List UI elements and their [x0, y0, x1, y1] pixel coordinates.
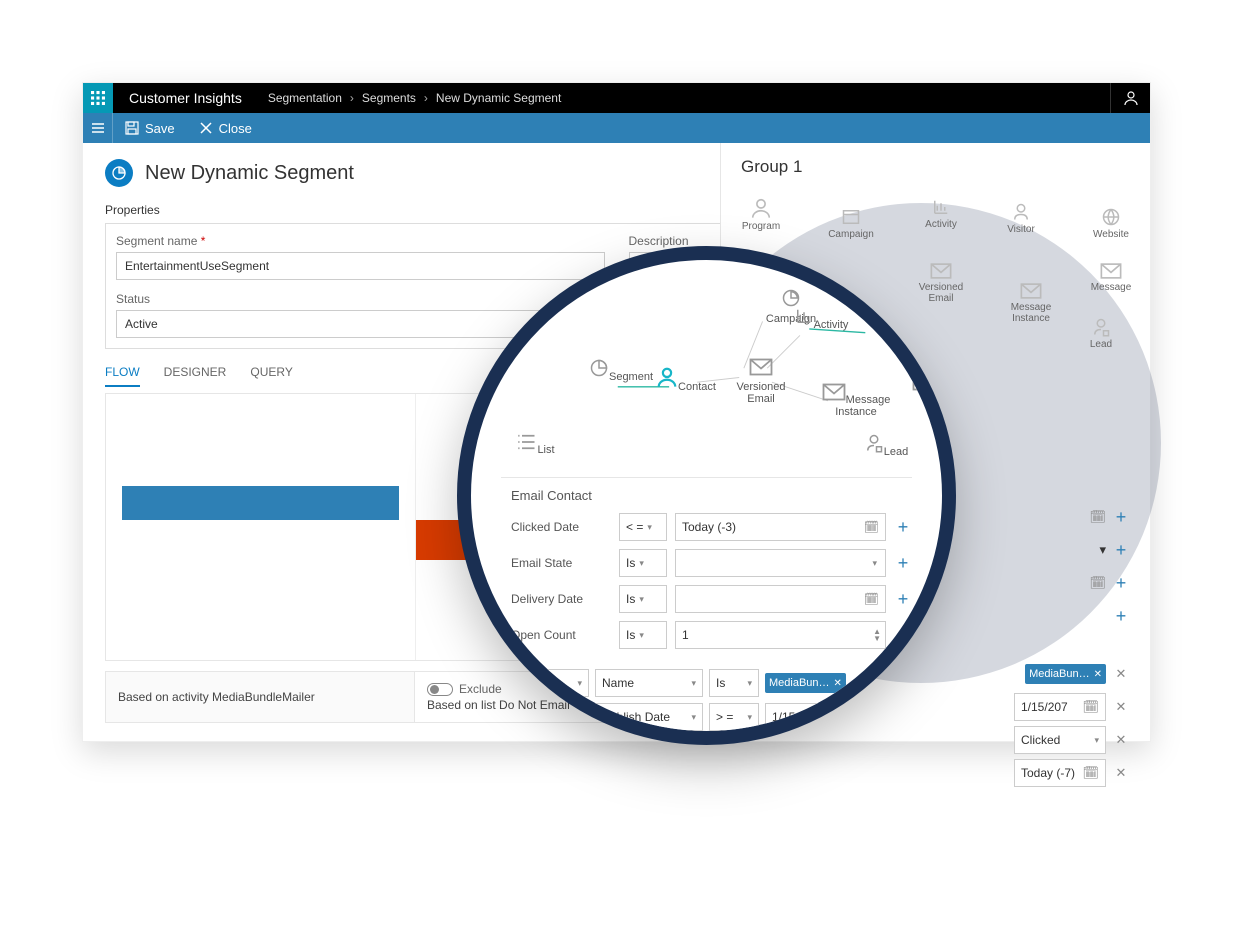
filter-row-email-state: Email State Is▾ ▾ + [501, 549, 912, 577]
close-button[interactable]: Close [187, 121, 264, 136]
query-row: Versio…▾ Publish Date▾ > =▾ 1/15/207 [511, 703, 912, 731]
breadcrumb: Segmentation › Segments › New Dynamic Se… [258, 91, 561, 105]
app-title: Customer Insights [113, 90, 258, 106]
add-button[interactable]: + [894, 625, 912, 646]
node-campaign[interactable]: Campaign [821, 207, 881, 240]
add-button[interactable]: + [894, 517, 912, 538]
node-program[interactable]: Program [731, 197, 791, 232]
entity-select[interactable]: Activity▾ [511, 669, 589, 697]
node-message-instance[interactable]: Message Instance [821, 383, 891, 418]
entity-select[interactable]: Versio…▾ [511, 703, 589, 731]
close-label: Close [219, 121, 252, 136]
operator-select[interactable]: < =▾ [619, 513, 667, 541]
operator-select[interactable]: Is▾ [709, 669, 759, 697]
node-lead[interactable]: Lead [851, 433, 921, 458]
group-title: Group 1 [741, 157, 1130, 177]
filter-row-clicked-date: Clicked Date < =▾ Today (-3)🗓 + [501, 513, 912, 541]
value-input[interactable]: 1▲▼ [675, 621, 886, 649]
topbar: Customer Insights Segmentation › Segment… [83, 83, 1150, 113]
value-input[interactable]: 🗓 [675, 585, 886, 613]
add-button[interactable]: + [894, 553, 912, 574]
filter-row-open-count: Open Count Is▾ 1▲▼ + [501, 621, 912, 649]
query-row: Activity▾ Name▾ Is▾ MediaBun…✕ [511, 669, 912, 697]
user-menu-button[interactable] [1110, 83, 1150, 113]
add-button[interactable]: + [1112, 540, 1130, 561]
node-list[interactable]: List [501, 433, 571, 456]
person-icon [1123, 90, 1139, 106]
breadcrumb-item[interactable]: Segmentation [268, 91, 342, 105]
attribute-select[interactable]: Publish Date▾ [595, 703, 703, 731]
remove-button[interactable]: ✕ [1112, 699, 1130, 715]
add-button[interactable]: + [1112, 606, 1130, 627]
node-lead[interactable]: Lead [1071, 317, 1131, 350]
app-launcher-button[interactable] [83, 83, 113, 113]
node-activity[interactable]: Activity [911, 197, 971, 230]
chevron-right-icon: › [350, 91, 354, 105]
magnified-graph[interactable]: Campaign Activity Visitor Segment Contac… [501, 278, 912, 478]
filter-value[interactable]: Today (-7)🗓 [1014, 759, 1106, 787]
node-message[interactable]: Message [1081, 262, 1141, 293]
operator-select[interactable]: Is▾ [619, 621, 667, 649]
node-segment[interactable]: Segment [586, 358, 656, 383]
flow-bar-blue [122, 486, 399, 520]
command-bar: Save Close [83, 113, 1150, 143]
nav-toggle-button[interactable] [83, 113, 113, 143]
operator-select[interactable]: Is▾ [619, 585, 667, 613]
media-bundle-tag[interactable]: MediaBun…✕ [1025, 664, 1106, 684]
node-contact[interactable]: Contact [651, 366, 721, 393]
save-button[interactable]: Save [113, 121, 187, 136]
summary-activity[interactable]: Based on activity MediaBundleMailer [105, 671, 415, 723]
segment-icon [105, 159, 133, 187]
tab-query[interactable]: QUERY [250, 365, 292, 387]
value-input[interactable]: Today (-3)🗓 [675, 513, 886, 541]
calendar-icon[interactable]: 🗓 [864, 592, 879, 606]
calendar-icon[interactable]: 🗓 [864, 520, 879, 534]
filter-row-delivery-date: Delivery Date Is▾ 🗓 + [501, 585, 912, 613]
filter-value[interactable]: 1/15/207🗓 [1014, 693, 1106, 721]
close-icon[interactable]: ✕ [1094, 669, 1102, 680]
node-website[interactable]: Website [1081, 207, 1141, 240]
breadcrumb-item[interactable]: New Dynamic Segment [436, 91, 561, 105]
node-visitor[interactable]: Visitor [991, 202, 1051, 235]
save-icon [125, 121, 139, 135]
node-versioned-email[interactable]: Versioned Email [726, 358, 796, 405]
waffle-icon [91, 91, 105, 105]
magnifier-lens: Campaign Activity Visitor Segment Contac… [457, 246, 956, 745]
tab-flow[interactable]: FLOW [105, 365, 140, 387]
remove-button[interactable]: ✕ [1112, 732, 1130, 748]
chevron-right-icon: › [424, 91, 428, 105]
operator-select[interactable]: Is▾ [619, 549, 667, 577]
attribute-select[interactable]: Name▾ [595, 669, 703, 697]
email-contact-title: Email Contact [511, 488, 912, 503]
save-label: Save [145, 121, 175, 136]
filter-value[interactable]: Clicked▾ [1014, 726, 1106, 754]
add-button[interactable]: + [1112, 573, 1130, 594]
calendar-icon: 🗓 [1089, 575, 1106, 591]
page-title: New Dynamic Segment [145, 162, 354, 185]
node-message-instance[interactable]: Message Instance [1001, 282, 1061, 324]
segment-name-label: Segment name * [116, 234, 605, 248]
add-button[interactable]: + [1112, 507, 1130, 528]
chevron-down-icon: ▾ [1099, 542, 1106, 558]
node-visitor[interactable]: Visitor [861, 310, 931, 335]
value-tag[interactable]: MediaBun…✕ [765, 673, 846, 693]
operator-select[interactable]: > =▾ [709, 703, 759, 731]
hamburger-icon [91, 121, 105, 135]
add-button[interactable]: + [894, 589, 912, 610]
value-input[interactable]: 1/15/207 [765, 703, 845, 731]
node-activity[interactable]: Activity [786, 306, 856, 331]
remove-button[interactable]: ✕ [1112, 666, 1130, 682]
value-select[interactable]: ▾ [675, 549, 886, 577]
calendar-icon: 🗓 [1089, 509, 1106, 525]
breadcrumb-item[interactable]: Segments [362, 91, 416, 105]
number-stepper[interactable]: ▲▼ [873, 628, 881, 642]
remove-button[interactable]: ✕ [1112, 765, 1130, 781]
tab-designer[interactable]: DESIGNER [164, 365, 227, 387]
close-icon [199, 121, 213, 135]
close-icon[interactable]: ✕ [834, 678, 842, 689]
